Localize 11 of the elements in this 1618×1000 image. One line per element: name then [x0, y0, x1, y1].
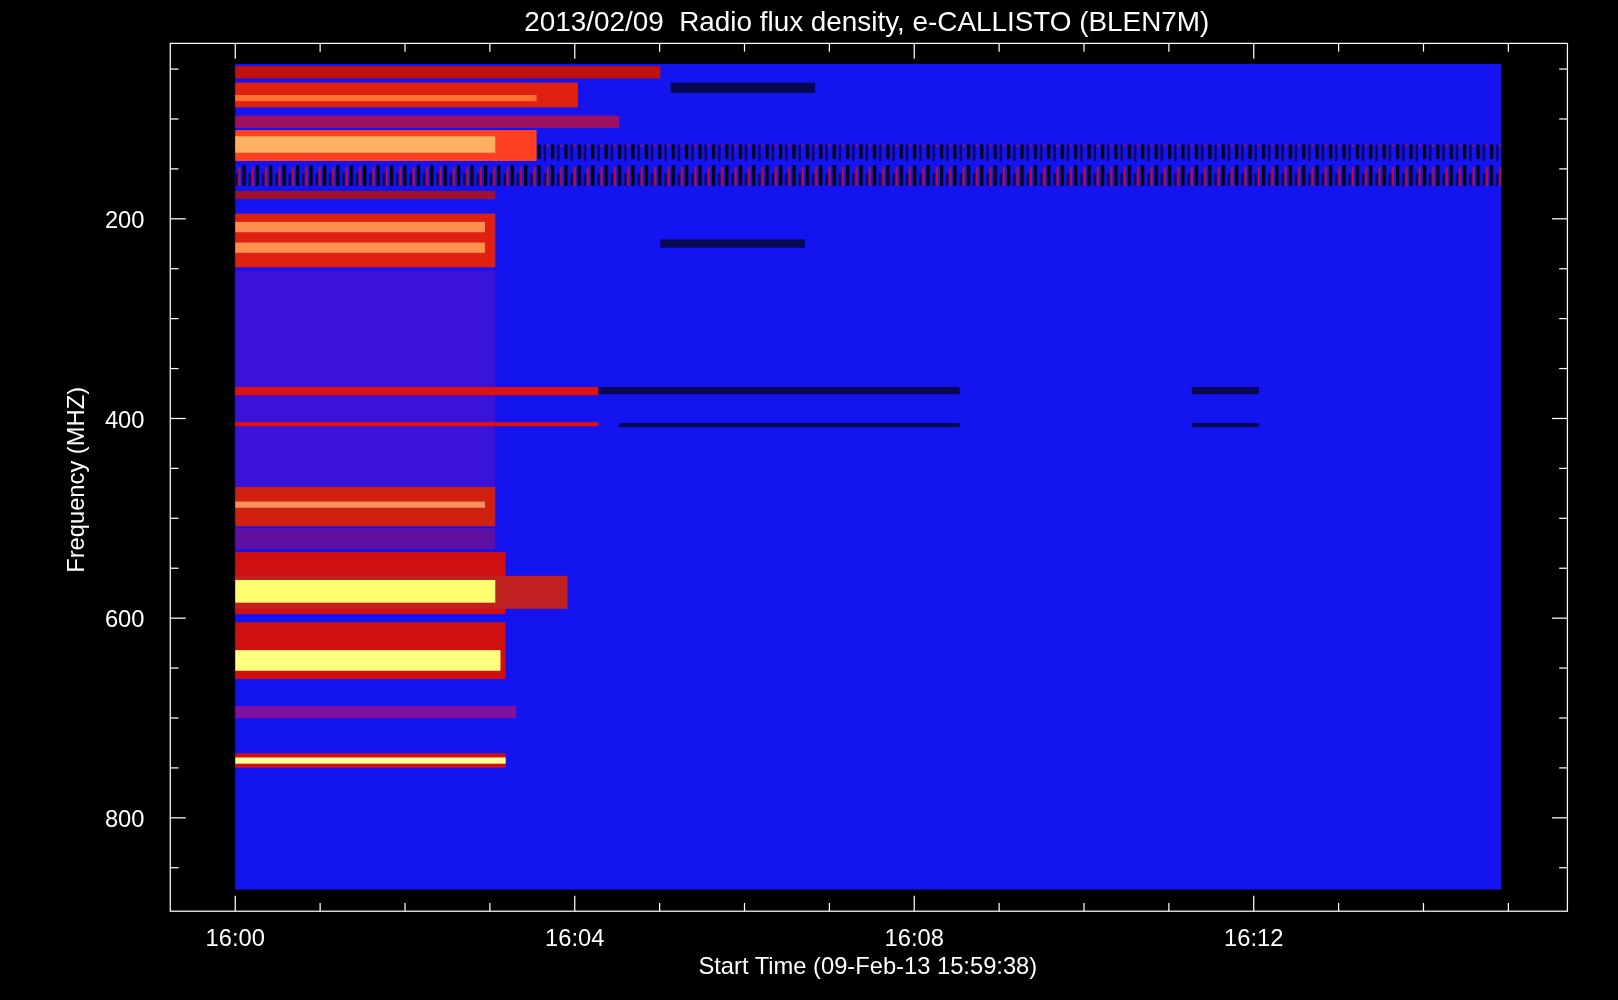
y-tick-label: 800: [104, 806, 145, 833]
x-tick-label: 16:08: [884, 925, 944, 952]
y-tick-label: 200: [104, 207, 145, 234]
y-tick-label: 600: [104, 606, 145, 633]
x-tick-label: 16:04: [545, 925, 605, 952]
x-tick-label: 16:00: [205, 925, 265, 952]
y-tick-label: 400: [104, 406, 145, 433]
x-tick-label: 16:12: [1224, 925, 1284, 952]
x-axis-label: Start Time (09-Feb-13 15:59:38): [698, 953, 1038, 980]
chart-title: 2013/02/09 Radio flux density, e-CALLISTO (BLEN7M): [524, 6, 1210, 37]
y-axis-label: Frequency (MHZ): [62, 386, 89, 573]
